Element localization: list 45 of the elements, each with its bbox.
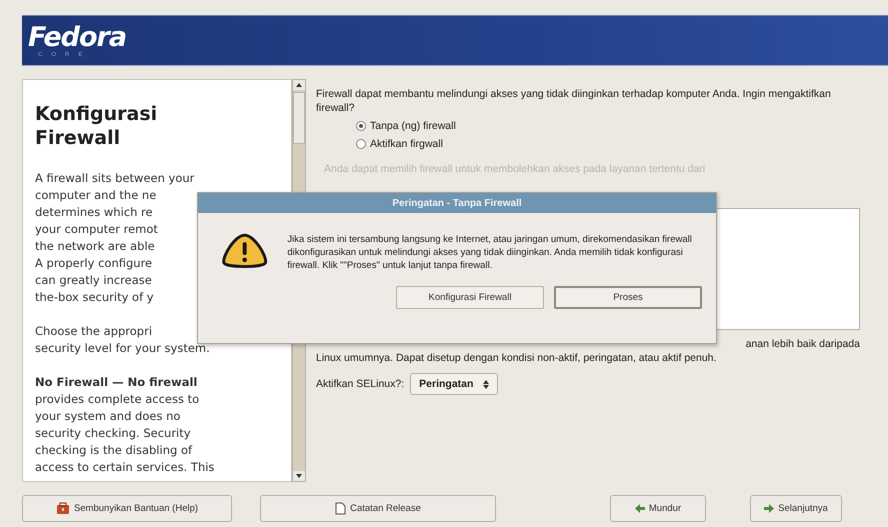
right-arrow-icon [764, 504, 774, 512]
services-hint: Anda dapat memilih firewall untuk membolehkan akses pada layanan tertentu dari [324, 163, 706, 175]
back-button[interactable]: Mundur [610, 494, 706, 522]
updown-icon [483, 380, 490, 388]
selinux-select[interactable]: Peringatan [410, 373, 498, 395]
radio-label[interactable]: Tanpa (ng) firewall [370, 119, 456, 133]
help-text: determines which re [35, 204, 153, 221]
firewall-question: Firewall dapat membantu melindungi akses yang tidak diinginkan terhadap komputer Anda. Ingin mengaktifkan firewall? [316, 87, 832, 115]
radio-label[interactable]: Aktifkan firgwall [370, 137, 443, 151]
scroll-down-icon[interactable] [293, 471, 305, 481]
scroll-thumb[interactable] [293, 92, 305, 144]
help-text: computer and the ne [35, 187, 156, 204]
selinux-description: anan lebih baik daripada [746, 337, 860, 351]
help-text: provides complete access to [35, 391, 200, 408]
help-text: security checking. Security [35, 425, 191, 442]
help-text: A firewall sits between your [35, 170, 194, 187]
selinux-label: Aktifkan SELinux?: [316, 377, 404, 391]
help-button[interactable]: Sembunyikan Bantuan (Help) [22, 494, 232, 522]
selinux-description: Linux umumnya. Dapat disetup dengan kondisi non-aktif, peringatan, atau aktif penuh. [316, 351, 718, 365]
radio-button[interactable] [356, 121, 366, 131]
help-text: your system and does no [35, 408, 180, 425]
dialog-title: Peringatan - Tanpa Firewall [198, 193, 716, 213]
toolbox-icon [56, 502, 70, 514]
help-text: access to certain services. This [35, 459, 214, 476]
dialog-button[interactable]: Konfigurasi Firewall [396, 286, 544, 309]
help-text: No Firewall — No firewall [35, 374, 198, 391]
help-text: A properly configure [35, 255, 152, 272]
help-text: can greatly increase [35, 272, 152, 289]
warning-icon [220, 233, 270, 269]
scroll-up-icon[interactable] [293, 80, 305, 90]
next-button[interactable]: Selanjutnya [750, 494, 842, 522]
radio-button[interactable] [356, 139, 366, 149]
help-text: the network are able [35, 238, 155, 255]
help-text: the-box security of y [35, 289, 154, 306]
help-text: checking is the disabling of [35, 442, 192, 459]
help-text: Choose the appropri [35, 323, 152, 340]
dialog-button[interactable]: Proses [554, 286, 702, 309]
logo: Fedora [28, 24, 126, 52]
help-title: Konfigurasi Firewall [35, 102, 158, 150]
left-arrow-icon [634, 504, 645, 512]
help-text: your computer remot [35, 221, 158, 238]
notes-button[interactable]: Catatan Release [260, 494, 496, 522]
help-text: security level for your system. [35, 340, 210, 357]
dialog-message: Jika sistem ini tersambung langsung ke Internet, atau jaringan umum, direkomendasikan firewall dikonfigurasikan untuk melindungi akses yang tidak diinginkan. Anda memilih tidak konfigurasi firewall. Klik ""Proses" untuk lanjut tanpa firewall. [287, 233, 693, 272]
document-icon [335, 502, 346, 514]
